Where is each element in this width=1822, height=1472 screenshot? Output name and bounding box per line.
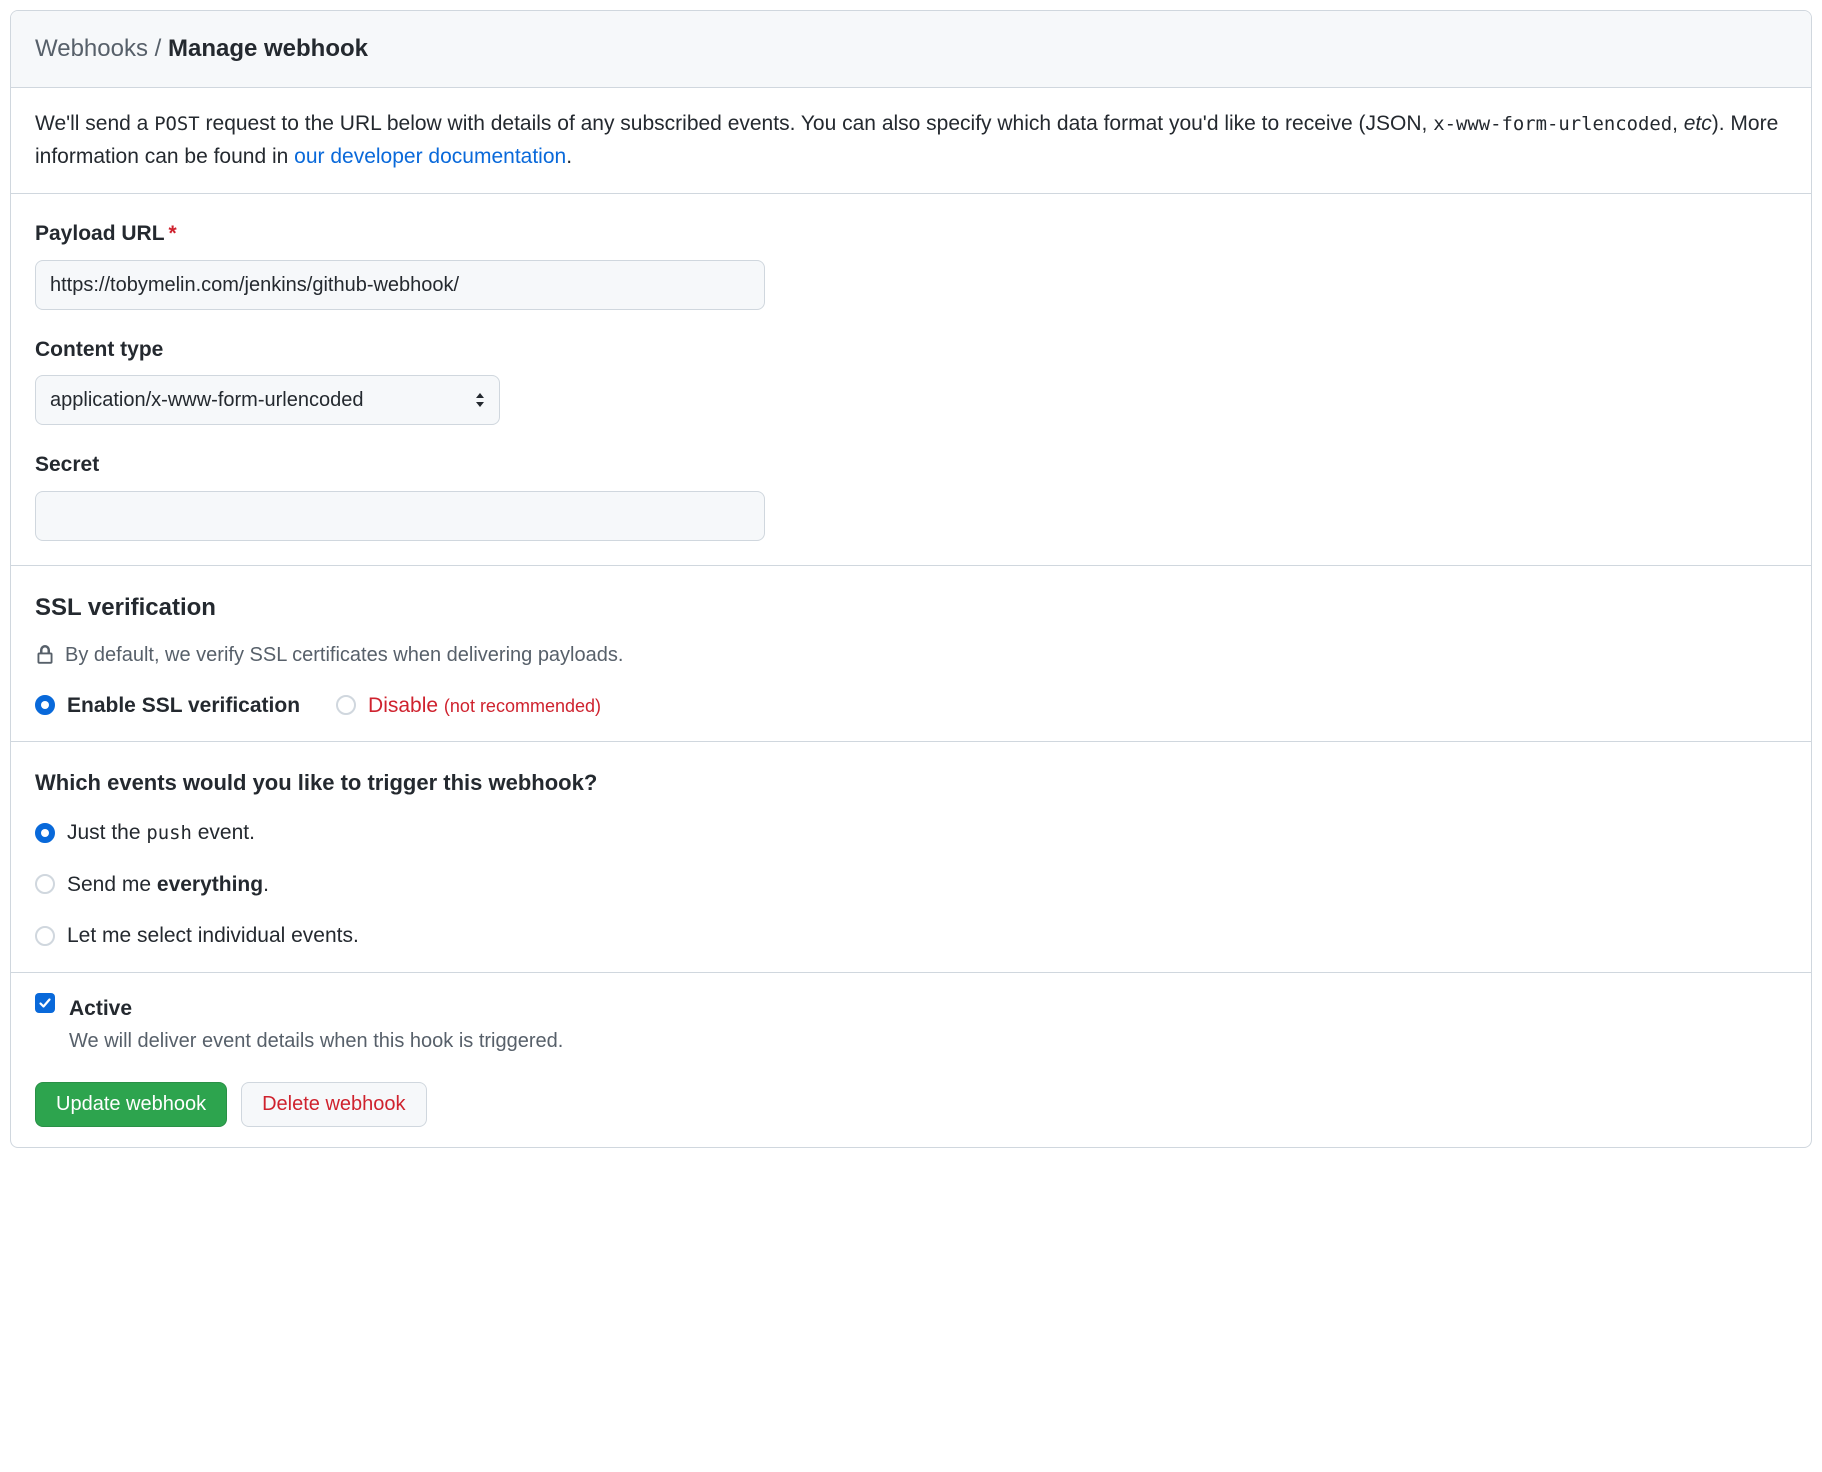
event-individual-label: Let me select individual events. — [67, 920, 359, 952]
ssl-enable-label: Enable SSL verification — [67, 690, 300, 722]
event-everything-prefix: Send me — [67, 873, 157, 896]
desc-code-post: POST — [154, 113, 200, 135]
update-webhook-button[interactable]: Update webhook — [35, 1082, 227, 1127]
desc-etc: etc — [1684, 112, 1712, 135]
active-text: Active We will deliver event details whe… — [69, 993, 563, 1057]
event-everything-bold: everything — [157, 873, 263, 896]
developer-docs-link[interactable]: our developer documentation — [294, 145, 566, 168]
ssl-disable-label: Disable — [368, 694, 438, 717]
ssl-note-row: By default, we verify SSL certificates w… — [35, 640, 1787, 670]
description-section: We'll send a POST request to the URL bel… — [11, 88, 1811, 194]
ssl-enable-option[interactable]: Enable SSL verification — [35, 690, 300, 722]
breadcrumb-current: Manage webhook — [168, 35, 368, 62]
ssl-enable-radio[interactable] — [35, 695, 55, 715]
payload-url-label: Payload URL* — [35, 218, 1787, 250]
lock-icon — [35, 645, 55, 665]
events-heading: Which events would you like to trigger t… — [35, 766, 1787, 799]
secret-label: Secret — [35, 449, 1787, 481]
event-everything-option[interactable]: Send me everything. — [35, 869, 1787, 901]
desc-prefix: We'll send a — [35, 112, 154, 135]
active-note: We will deliver event details when this … — [69, 1026, 563, 1056]
desc-suffix: . — [566, 145, 572, 168]
panel-header: Webhooks / Manage webhook — [11, 11, 1811, 88]
required-star: * — [169, 222, 177, 245]
payload-url-input[interactable] — [35, 260, 765, 310]
desc-code-form: x-www-form-urlencoded — [1433, 113, 1672, 135]
event-individual-radio[interactable] — [35, 926, 55, 946]
breadcrumb-parent[interactable]: Webhooks — [35, 35, 148, 62]
events-section: Which events would you like to trigger t… — [11, 742, 1811, 973]
event-push-option[interactable]: Just the push event. — [35, 817, 1787, 849]
event-push-code: push — [146, 822, 192, 844]
payload-url-field: Payload URL* — [35, 218, 1787, 310]
description-text: We'll send a POST request to the URL bel… — [35, 108, 1787, 173]
event-push-radio[interactable] — [35, 823, 55, 843]
payload-url-label-text: Payload URL — [35, 222, 165, 245]
ssl-disable-radio[interactable] — [336, 695, 356, 715]
event-everything-radio[interactable] — [35, 874, 55, 894]
event-everything-suffix: . — [263, 873, 269, 896]
desc-mid2: , — [1672, 112, 1684, 135]
button-row: Update webhook Delete webhook — [35, 1082, 1787, 1127]
ssl-radio-group: Enable SSL verification Disable (not rec… — [35, 690, 1787, 722]
event-push-suffix: event. — [192, 821, 255, 844]
active-label: Active — [69, 993, 563, 1025]
secret-field: Secret — [35, 449, 1787, 541]
secret-input[interactable] — [35, 491, 765, 541]
event-push-prefix: Just the — [67, 821, 146, 844]
content-type-label: Content type — [35, 334, 1787, 366]
active-section: Active We will deliver event details whe… — [11, 973, 1811, 1148]
ssl-section: SSL verification By default, we verify S… — [11, 566, 1811, 743]
ssl-disable-option[interactable]: Disable (not recommended) — [336, 690, 601, 722]
ssl-note-text: By default, we verify SSL certificates w… — [65, 640, 623, 670]
delete-webhook-button[interactable]: Delete webhook — [241, 1082, 426, 1127]
check-icon — [38, 996, 52, 1010]
form-fields-section: Payload URL* Content type application/x-… — [11, 194, 1811, 566]
webhook-panel: Webhooks / Manage webhook We'll send a P… — [10, 10, 1812, 1148]
content-type-select[interactable]: application/x-www-form-urlencoded — [35, 375, 500, 425]
ssl-disable-note: (not recommended) — [444, 696, 601, 716]
events-radio-group: Just the push event. Send me everything.… — [35, 817, 1787, 952]
active-checkbox[interactable] — [35, 993, 55, 1013]
event-individual-option[interactable]: Let me select individual events. — [35, 920, 1787, 952]
content-type-field: Content type application/x-www-form-urle… — [35, 334, 1787, 426]
desc-mid1: request to the URL below with details of… — [200, 112, 1434, 135]
ssl-heading: SSL verification — [35, 590, 1787, 626]
breadcrumb-separator: / — [155, 35, 162, 62]
